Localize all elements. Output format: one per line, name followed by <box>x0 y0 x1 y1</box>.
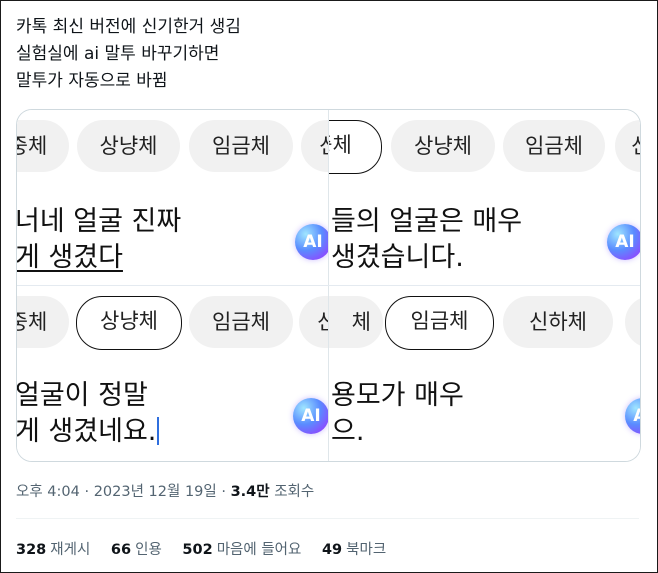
stat-quotes[interactable]: 66 인용 <box>111 542 162 558</box>
ai-badge-icon: AI <box>607 224 640 260</box>
message-line-2: 게 생겼다 <box>17 242 123 273</box>
tone-chip-jungche: 중체 <box>17 120 69 172</box>
stat-label: 마음에 들어요 <box>216 542 302 558</box>
text-cursor <box>157 417 160 445</box>
views-label: 조회수 <box>274 484 315 500</box>
message-line-1: 얼굴이 정말 <box>17 380 148 411</box>
message-line-1: 들의 얼굴은 매우 <box>331 206 523 237</box>
tweet-stats: 328 재게시 66 인용 502 마음에 들어요 49 북마크 <box>16 538 402 559</box>
message-line-2: 으. <box>331 416 365 447</box>
tone-chip-next <box>625 296 640 348</box>
tweet-time[interactable]: 오후 4:04 <box>16 484 80 500</box>
message-text: 너네 얼굴 진짜 게 생겼다 <box>17 204 181 276</box>
panel-bottom-right: 체 임금체 신하체 용모가 매우 으. AI <box>329 286 640 461</box>
divider <box>16 518 639 519</box>
tone-chip-jungche: 중체 <box>329 120 382 174</box>
stat-likes[interactable]: 502 마음에 들어요 <box>182 542 301 558</box>
tweet-date[interactable]: 2023년 12월 19일 <box>94 484 217 500</box>
tweet-text-line: 카톡 최신 버전에 신기한거 생김 <box>16 17 241 37</box>
tweet-media-image[interactable]: 중체 상냥체 임금체 신 너네 얼굴 진짜 게 생겼다 AI 중체 상냥체 임금… <box>16 109 641 462</box>
ai-badge-icon: AI <box>625 398 640 434</box>
message-line-2: 생겼습니다. <box>331 242 464 273</box>
stat-label: 인용 <box>135 542 162 558</box>
panel-top-left: 중체 상냥체 임금체 신 너네 얼굴 진짜 게 생겼다 AI <box>17 110 328 285</box>
tone-chip-sangnyang-selected: 상냥체 <box>76 296 182 350</box>
tone-chip-sangnyang: 상냥체 <box>391 120 495 172</box>
tweet-text-line: 말투가 자동으로 바뀜 <box>16 71 168 91</box>
tone-chip-sinha: 신 <box>301 120 328 172</box>
tone-chip-jungche: 중체 <box>17 296 69 348</box>
stat-reposts[interactable]: 328 재게시 <box>16 542 90 558</box>
message-line-1: 용모가 매우 <box>331 380 464 411</box>
tone-chip-imgeum: 임금체 <box>503 120 605 172</box>
meta-dot: · <box>221 484 231 500</box>
tone-chip-imgeum: 임금체 <box>189 120 293 172</box>
message-text: 들의 얼굴은 매우 생겼습니다. <box>331 204 522 276</box>
message-text: 용모가 매우 으. <box>331 378 464 450</box>
views-count: 3.4만 <box>230 484 270 500</box>
tone-chip-sinha: 신 <box>299 296 328 348</box>
tone-chip-sangnyang: 상냥체 <box>77 120 180 172</box>
message-line-1: 너네 얼굴 진짜 <box>17 206 182 237</box>
message-line-2-wrap: 게 생겼네요. <box>17 414 160 450</box>
panel-bottom-left: 중체 상냥체 임금체 신 얼굴이 정말 게 생겼네요. AI <box>17 286 328 461</box>
stat-count: 66 <box>110 542 132 558</box>
panel-divider-horizontal <box>17 285 640 286</box>
message-text: 얼굴이 정말 게 생겼네요. <box>17 378 160 450</box>
tone-chip-sinha: 신 <box>615 120 640 172</box>
tone-chip-imgeum-selected: 임금체 <box>385 296 494 350</box>
tweet-meta: 오후 4:04 · 2023년 12월 19일 · 3.4만 조회수 <box>16 480 314 501</box>
tweet-text-line: 실험실에 ai 말투 바꾸기하면 <box>16 44 220 64</box>
stat-count: 502 <box>182 542 213 558</box>
ai-badge-icon: AI <box>295 224 328 260</box>
meta-dot: · <box>84 484 94 500</box>
tweet-text: 카톡 최신 버전에 신기한거 생김 실험실에 ai 말투 바꾸기하면 말투가 자… <box>16 14 241 95</box>
tone-chip-sinha: 신하체 <box>503 296 613 348</box>
tone-chip-imgeum: 임금체 <box>189 296 293 348</box>
stat-bookmarks[interactable]: 49 북마크 <box>322 542 386 558</box>
tone-chip-jungche: 체 <box>329 296 383 348</box>
stat-label: 북마크 <box>346 542 387 558</box>
stat-label: 재게시 <box>50 542 91 558</box>
message-line-2: 게 생겼네요. <box>17 416 157 447</box>
stat-count: 49 <box>321 542 343 558</box>
panel-top-right: 중체 상냥체 임금체 신 들의 얼굴은 매우 생겼습니다. AI <box>329 110 640 285</box>
stat-count: 328 <box>16 542 47 558</box>
ai-badge-icon: AI <box>293 398 328 434</box>
